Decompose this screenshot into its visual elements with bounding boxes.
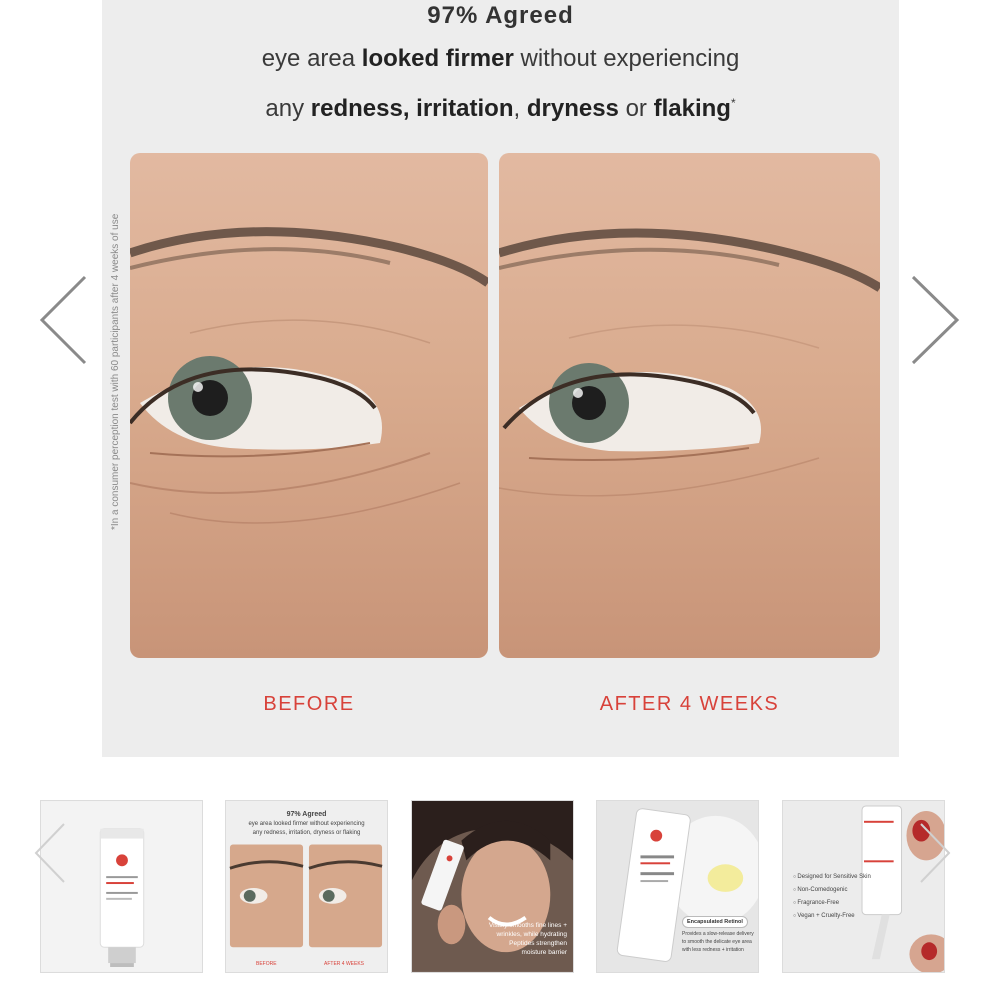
prev-slide-button[interactable]	[30, 265, 90, 375]
feature-item: Designed for Sensitive Skin	[793, 871, 878, 884]
thumbnail-features[interactable]: Designed for Sensitive Skin Non-Comedoge…	[782, 800, 945, 973]
feature-item: Vegan + Cruelty-Free	[793, 910, 878, 923]
next-slide-button[interactable]	[905, 265, 965, 375]
thumb-before-label: BEFORE	[256, 961, 277, 967]
thumbnail-strip: 97% Agreed eye area looked firmer withou…	[0, 800, 1000, 975]
before-label: BEFORE	[263, 693, 355, 715]
footnote-vertical: *In a consumer perception test with 60 p…	[110, 213, 121, 530]
thumbnail-retinol[interactable]: Encapsulated Retinol Provides a slow-rel…	[596, 800, 759, 973]
chevron-right-icon	[911, 275, 960, 365]
chevron-left-icon	[39, 275, 87, 365]
thumb-after-label: AFTER 4 WEEKS	[324, 961, 365, 967]
before-photo	[130, 153, 488, 658]
slide-subline-1: eye area looked firmer without experienc…	[261, 45, 740, 72]
slide-subline-2: any redness, irritation, dryness or flak…	[265, 95, 736, 122]
slide-headline: 97% Agreed	[427, 2, 574, 29]
feature-item: Fragrance-Free	[793, 897, 878, 910]
thumbnail-product[interactable]	[40, 800, 203, 973]
product-tube-image	[41, 801, 202, 972]
thumbnail-before-after[interactable]: 97% Agreed eye area looked firmer withou…	[225, 800, 388, 973]
retinol-caption: Encapsulated Retinol Provides a slow-rel…	[682, 916, 754, 954]
thumbnail-model[interactable]: Visibly smooths fine lines + wrinkles, w…	[411, 800, 574, 973]
retinol-badge: Encapsulated Retinol	[682, 916, 748, 928]
after-label: AFTER 4 WEEKS	[599, 693, 780, 715]
model-caption: Visibly smooths fine lines + wrinkles, w…	[488, 922, 567, 956]
feature-item: Non-Comedogenic	[793, 884, 878, 897]
after-photo	[499, 153, 880, 658]
mini-before-after-image	[229, 844, 383, 948]
features-list: Designed for Sensitive Skin Non-Comedoge…	[793, 871, 878, 923]
